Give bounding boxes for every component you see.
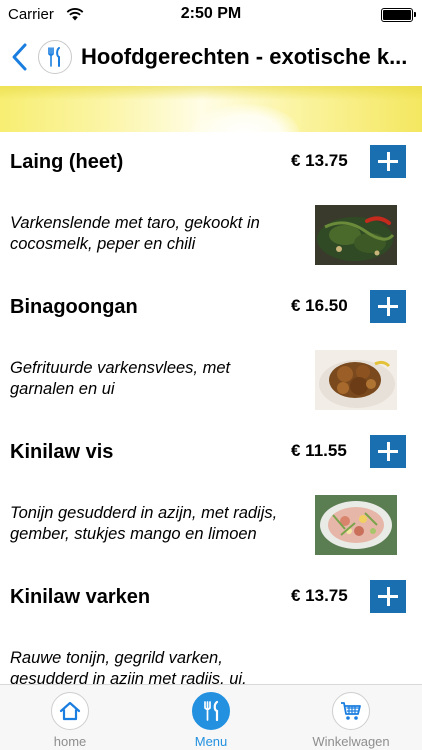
item-name: Laing (heet) (10, 151, 124, 173)
tab-home-icon-circle (51, 692, 89, 730)
tab-bar: home Menu Winkelwagen (0, 684, 422, 750)
item-price: € 16.50 (291, 296, 348, 315)
menu-item[interactable]: Binagoongan € 16.50 Gefrituurde varkensv… (0, 277, 422, 422)
add-to-cart-button[interactable] (370, 145, 406, 178)
menu-item[interactable]: Laing (heet) € 13.75 Varkenslende met ta… (0, 132, 422, 277)
item-photo[interactable] (315, 350, 397, 410)
fork-knife-icon (48, 47, 60, 67)
tab-winkelwagen[interactable]: Winkelwagen (301, 685, 401, 750)
add-to-cart-button[interactable] (370, 435, 406, 468)
tab-menu-label: Menu (194, 734, 228, 749)
item-description: Tonijn gesudderd in azijn, met radijs, g… (10, 504, 278, 543)
tab-home-label: home (53, 734, 87, 749)
fork-knife-icon (204, 700, 219, 722)
tab-cart-icon-circle (332, 692, 370, 730)
item-name: Kinilaw varken (10, 586, 151, 608)
tab-menu[interactable]: Menu (161, 685, 261, 750)
cart-icon (341, 702, 361, 720)
menu-item[interactable]: Kinilaw varken € 13.75 Rauwe tonijn, geg… (0, 567, 422, 684)
item-description: Rauwe tonijn, gegrild varken, gesudderd … (10, 649, 247, 684)
tab-home[interactable]: home (20, 685, 120, 750)
item-price: € 13.75 (291, 151, 348, 170)
header-banner-image (0, 86, 422, 132)
nav-bar: Hoofdgerechten - exotische k... (0, 30, 422, 86)
menu-item[interactable]: Kinilaw vis € 11.55 Tonijn gesudderd in … (0, 422, 422, 567)
tab-winkelwagen-label: Winkelwagen (312, 734, 390, 749)
tab-menu-icon-circle (192, 692, 230, 730)
item-photo[interactable] (315, 205, 397, 265)
item-name: Kinilaw vis (10, 441, 114, 463)
menu-category-icon (38, 40, 72, 74)
item-name: Binagoongan (10, 296, 138, 318)
battery-icon (381, 8, 416, 22)
page-title: Hoofdgerechten - exotische k... (81, 44, 408, 69)
item-price: € 13.75 (291, 586, 348, 605)
item-photo[interactable] (315, 495, 397, 555)
item-price: € 11.55 (291, 441, 347, 460)
menu-list[interactable]: Laing (heet) € 13.75 Varkenslende met ta… (0, 132, 422, 684)
home-icon (59, 701, 81, 721)
clock: 2:50 PM (180, 5, 242, 22)
item-description: Gefrituurde varkensvlees, met garnalen e… (10, 359, 231, 398)
status-bar: Carrier 2:50 PM (0, 0, 422, 30)
battery-level (383, 10, 411, 20)
item-description: Varkenslende met taro, gekookt in cocosm… (10, 214, 260, 253)
add-to-cart-button[interactable] (370, 580, 406, 613)
add-to-cart-button[interactable] (370, 290, 406, 323)
chevron-left-icon[interactable] (8, 42, 34, 72)
